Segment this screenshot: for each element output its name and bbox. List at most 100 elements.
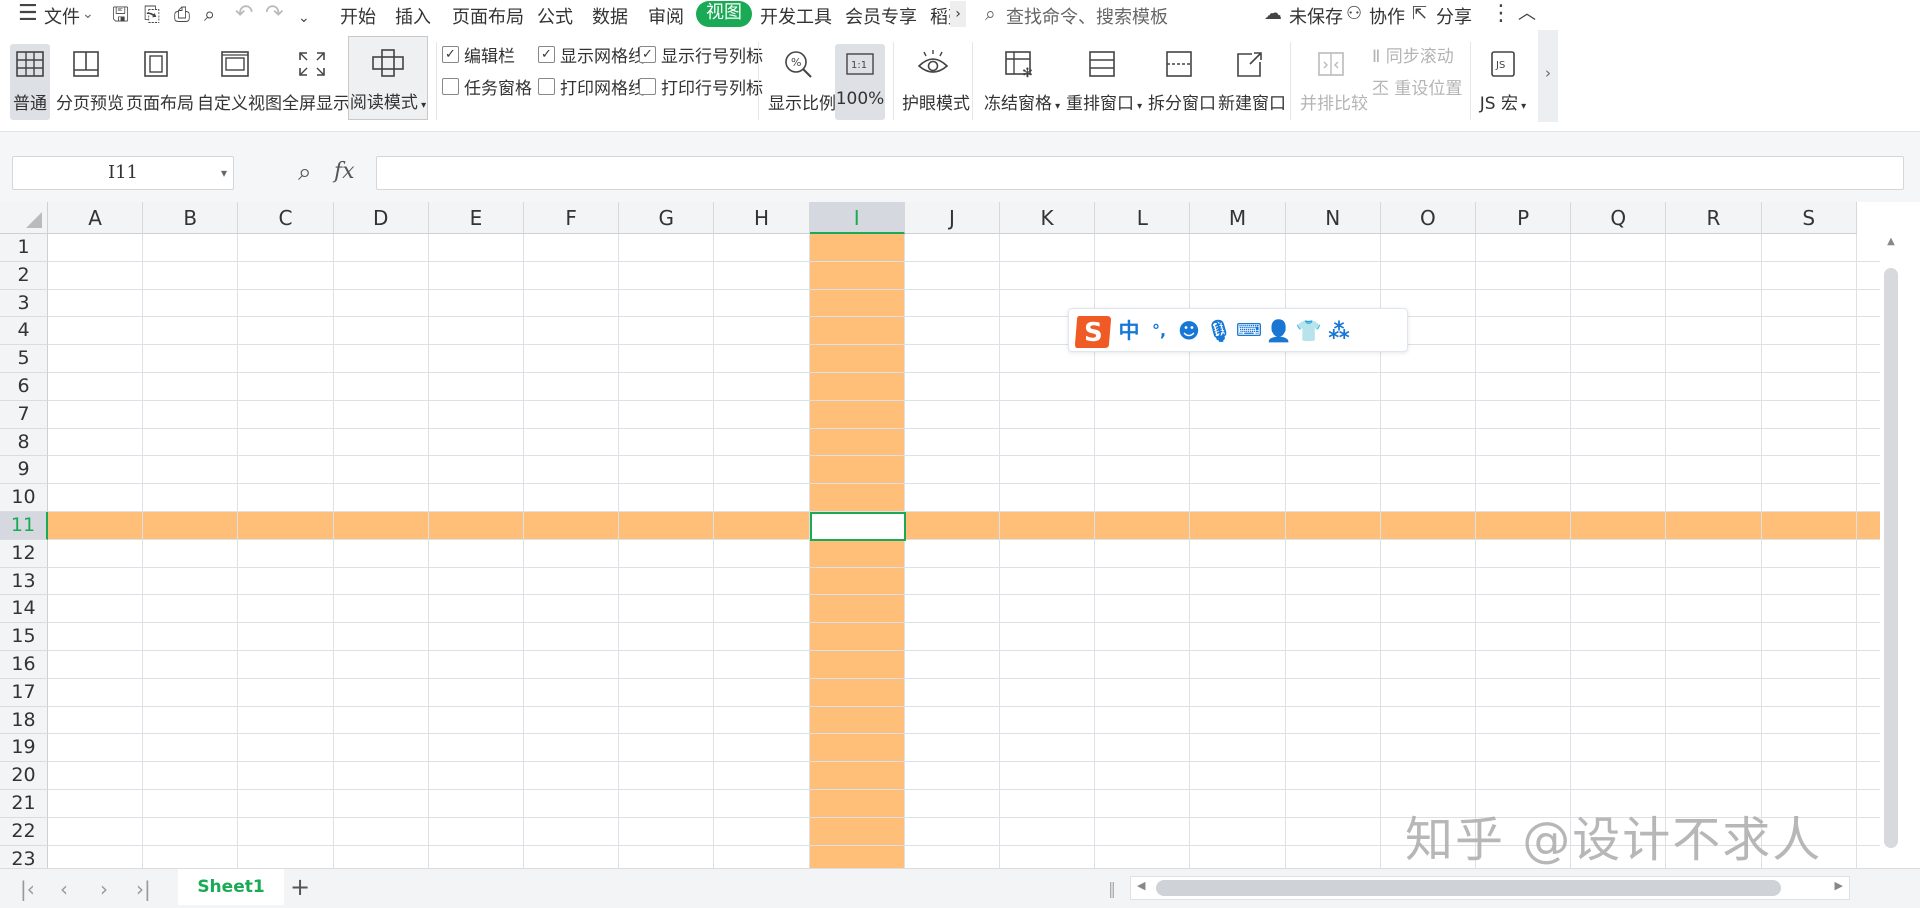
tab-formula[interactable]: 公式 (537, 3, 573, 29)
row-header-14[interactable]: 14 (0, 595, 48, 624)
sync-scroll-button[interactable]: Ⅱ 同步滚动 (1372, 42, 1454, 67)
show-headings-checkbox[interactable]: ✓ 显示行号列标 (639, 42, 763, 67)
select-all-corner[interactable] (0, 202, 48, 234)
toolbox-grid-icon[interactable]: ⁂ (1325, 317, 1353, 345)
formula-input[interactable] (376, 156, 1904, 190)
export-pdf-icon[interactable]: ⎘ (144, 2, 160, 26)
sheet-tab[interactable]: Sheet1 (178, 869, 284, 905)
row-header-12[interactable]: 12 (0, 539, 48, 568)
normal-view-button[interactable]: 普通 (10, 44, 50, 120)
undo-icon[interactable]: ↶ (235, 2, 253, 26)
tab-review[interactable]: 审阅 (648, 3, 684, 29)
column-header-R[interactable]: R (1666, 202, 1762, 234)
tabs-scroll-right-icon[interactable]: › (950, 1, 966, 27)
tab-page-layout[interactable]: 页面布局 (452, 3, 524, 29)
print-icon[interactable]: ⎙ (174, 2, 190, 26)
row-header-17[interactable]: 17 (0, 678, 48, 707)
row-header-8[interactable]: 8 (0, 428, 48, 457)
redo-icon[interactable]: ↷ (265, 2, 283, 26)
horizontal-scroll-thumb[interactable] (1156, 880, 1781, 896)
task-pane-checkbox[interactable]: 任务窗格 (442, 74, 532, 99)
column-header-N[interactable]: N (1285, 202, 1381, 234)
js-macro-button[interactable]: JS JS 宏 ▾ (1478, 44, 1528, 120)
customize-toolbar-icon[interactable]: ⌄ (298, 6, 310, 30)
row-header-6[interactable]: 6 (0, 373, 48, 401)
horizontal-scrollbar[interactable]: ◀ ▶ (1130, 876, 1850, 900)
row-header-3[interactable]: 3 (0, 289, 48, 318)
zoom-button[interactable]: % 显示比例 (768, 44, 836, 120)
row-header-20[interactable]: 20 (0, 762, 48, 790)
row-header-21[interactable]: 21 (0, 790, 48, 818)
eye-protection-button[interactable]: 护眼模式 (902, 44, 970, 120)
column-header-J[interactable]: J (904, 202, 1000, 234)
row-header-23[interactable]: 23 (0, 845, 48, 868)
scroll-up-icon[interactable]: ▲ (1884, 236, 1898, 250)
save-icon[interactable]: 🖫 (112, 2, 129, 26)
column-header-I[interactable]: I (809, 202, 905, 234)
hamburger-menu-icon[interactable]: ☰ (18, 2, 38, 26)
microphone-icon[interactable]: 🎙 (1205, 317, 1233, 345)
user-icon[interactable]: 👤 (1265, 317, 1293, 345)
column-header-H[interactable]: H (714, 202, 810, 234)
prev-sheet-icon[interactable]: ‹ (60, 877, 68, 901)
more-options-icon[interactable]: ⋮ (1490, 2, 1512, 26)
fx-icon[interactable]: fx (334, 156, 355, 188)
row-header-4[interactable]: 4 (0, 317, 48, 346)
side-by-side-button[interactable]: 并排比较 (1300, 44, 1368, 120)
chinese-mode-toggle[interactable]: 中 (1115, 317, 1143, 345)
sogou-logo-icon[interactable]: S (1073, 312, 1113, 350)
scroll-left-icon[interactable]: ◀ (1137, 879, 1145, 892)
active-cell[interactable] (809, 512, 906, 541)
name-box[interactable]: I11 ▾ (12, 156, 234, 190)
column-header-L[interactable]: L (1095, 202, 1191, 234)
collaborate-button[interactable]: 协作 (1369, 3, 1405, 29)
column-header-Q[interactable]: Q (1571, 202, 1667, 234)
reading-mode-button[interactable]: 阅读模式 ▾ (348, 36, 428, 120)
unsaved-status[interactable]: 未保存 (1289, 3, 1343, 29)
chevron-down-icon[interactable]: ▾ (221, 157, 227, 189)
row-header-18[interactable]: 18 (0, 706, 48, 735)
tab-docer[interactable]: 稻壳 (930, 3, 950, 29)
freeze-panes-button[interactable]: ✻ 冻结窗格 ▾ (984, 44, 1060, 120)
column-header-E[interactable]: E (428, 202, 524, 234)
edit-bar-checkbox[interactable]: ✓ 编辑栏 (442, 42, 515, 67)
last-sheet-icon[interactable]: ›| (136, 877, 151, 901)
column-header-S[interactable]: S (1761, 202, 1857, 234)
row-header-11[interactable]: 11 (0, 512, 48, 540)
tab-home[interactable]: 开始 (340, 3, 376, 29)
tab-member[interactable]: 会员专享 (845, 3, 917, 29)
zoom-100-button[interactable]: 1:1 100% (835, 44, 885, 120)
share-button[interactable]: 分享 (1436, 3, 1472, 29)
ribbon-scroll-right-icon[interactable]: › (1538, 30, 1558, 122)
add-sheet-button[interactable]: + (290, 873, 310, 901)
new-window-button[interactable]: 新建窗口 (1218, 44, 1286, 120)
print-preview-icon[interactable]: ⌕ (204, 2, 215, 26)
column-header-A[interactable]: A (48, 202, 144, 234)
vertical-scrollbar[interactable]: ▲ (1882, 234, 1920, 868)
print-headings-checkbox[interactable]: 打印行号列标 (639, 74, 763, 99)
skin-shirt-icon[interactable]: 👕 (1295, 317, 1323, 345)
command-search[interactable]: 查找命令、搜索模板 (1006, 3, 1168, 29)
row-header-9[interactable]: 9 (0, 456, 48, 485)
column-header-G[interactable]: G (619, 202, 715, 234)
row-header-2[interactable]: 2 (0, 261, 48, 290)
column-header-D[interactable]: D (333, 202, 429, 234)
punctuation-toggle[interactable]: °, (1145, 317, 1173, 345)
vertical-scroll-thumb[interactable] (1884, 268, 1898, 848)
column-header-F[interactable]: F (524, 202, 620, 234)
emoji-icon[interactable]: ☻ (1175, 317, 1203, 345)
column-header-K[interactable]: K (1000, 202, 1096, 234)
row-header-5[interactable]: 5 (0, 345, 48, 373)
row-header-19[interactable]: 19 (0, 734, 48, 763)
tab-insert[interactable]: 插入 (395, 3, 431, 29)
column-header-P[interactable]: P (1476, 202, 1572, 234)
print-gridlines-checkbox[interactable]: 打印网格线 (538, 74, 645, 99)
row-header-7[interactable]: 7 (0, 400, 48, 429)
file-menu[interactable]: 文件 (44, 3, 80, 29)
column-header-M[interactable]: M (1190, 202, 1286, 234)
row-header-22[interactable]: 22 (0, 817, 48, 846)
fullscreen-button[interactable]: 全屏显示 (282, 44, 350, 120)
reset-position-button[interactable]: 丕 重设位置 (1372, 74, 1462, 99)
zoom-formula-icon[interactable]: ⌕ (298, 156, 311, 188)
tab-data[interactable]: 数据 (592, 3, 628, 29)
